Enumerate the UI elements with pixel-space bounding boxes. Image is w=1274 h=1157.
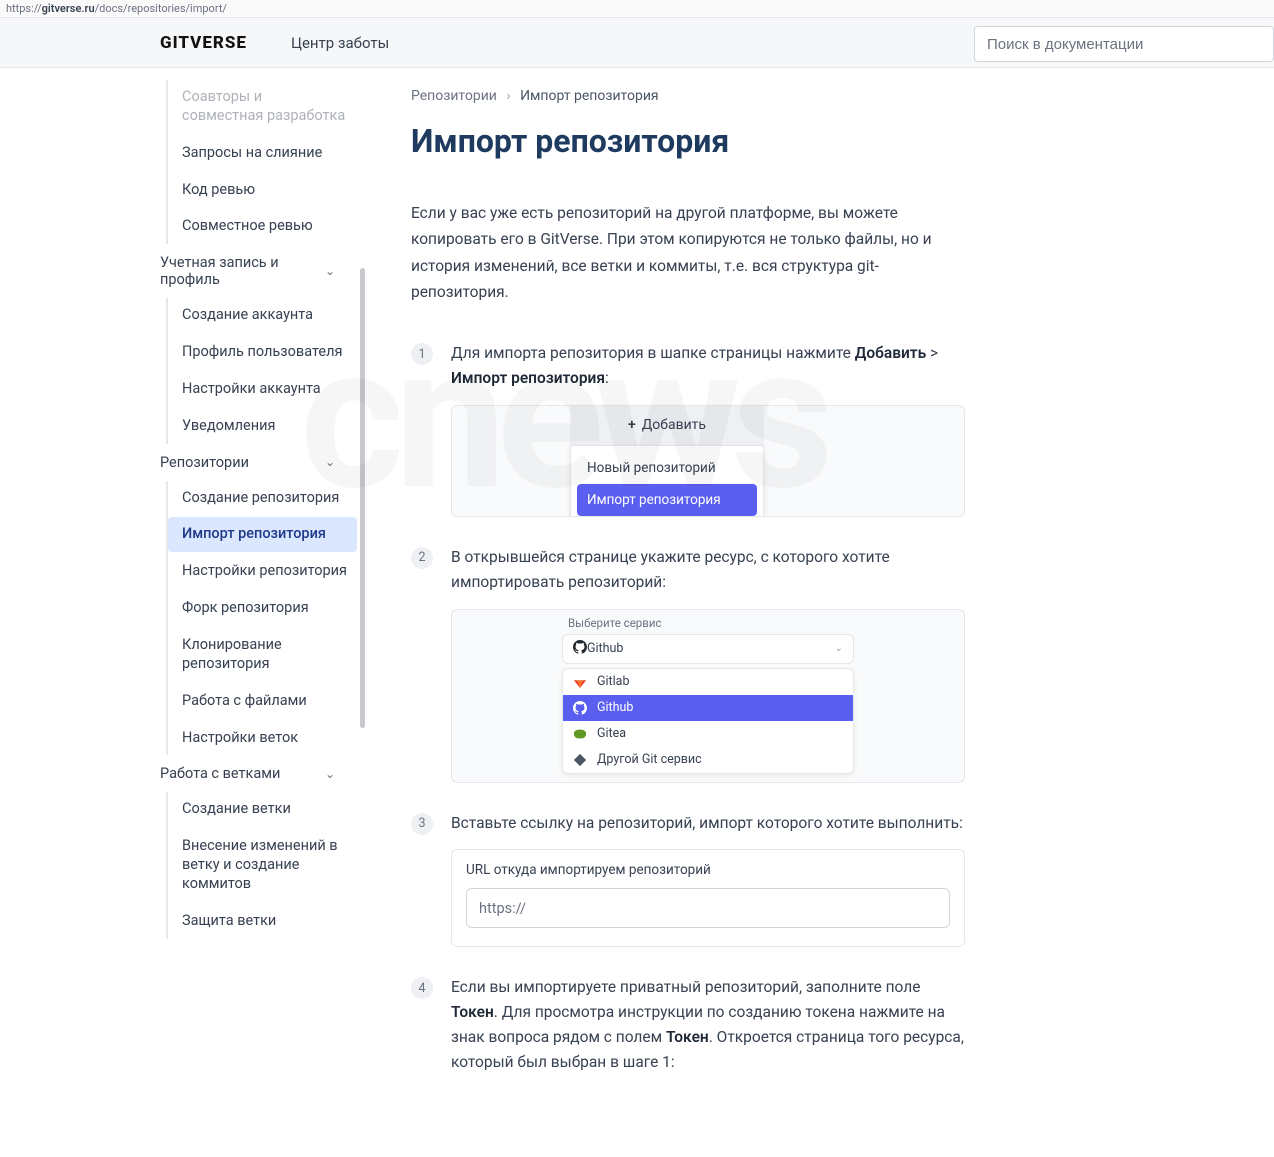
sidebar-item[interactable]: Работа с файлами	[168, 684, 357, 719]
sidebar-item-import-repo[interactable]: Импорт репозитория	[168, 517, 357, 552]
service-option-other: Другой Git сервис	[563, 747, 853, 773]
step-text: Если вы импортируете приватный репозитор…	[451, 975, 965, 1074]
service-option-gitlab: Gitlab	[563, 669, 853, 695]
git-icon	[573, 753, 589, 767]
topbar: GITVERSE Центр заботы	[0, 18, 1274, 68]
main-content: Репозитории › Импорт репозитория Импорт …	[365, 68, 1125, 1157]
url-field-label: URL откуда импортируем репозиторий	[466, 862, 950, 878]
screenshot-url-input: URL откуда импортируем репозиторий https…	[451, 849, 965, 947]
step-text: Для импорта репозитория в шапке страницы…	[451, 341, 965, 391]
step-4: 4 Если вы импортируете приватный репозит…	[411, 975, 965, 1088]
github-icon	[573, 701, 589, 715]
step-3: 3 Вставьте ссылку на репозиторий, импорт…	[411, 811, 965, 948]
github-icon	[573, 640, 587, 658]
intro-text: Если у вас уже есть репозиторий на друго…	[411, 200, 965, 305]
search-input[interactable]	[974, 26, 1274, 62]
step-number: 1	[411, 343, 433, 365]
logo[interactable]: GITVERSE	[160, 33, 247, 53]
page-title: Импорт репозитория	[411, 122, 965, 160]
chevron-right-icon: ›	[506, 88, 510, 104]
step-number: 3	[411, 813, 433, 835]
dropdown-item-import-repo: Импорт репозитория	[577, 484, 757, 516]
sidebar: Соавторы и совместная разработка Запросы…	[0, 68, 365, 981]
sidebar-item[interactable]: Совместное ревью	[168, 209, 357, 244]
chevron-down-icon: ⌄	[325, 767, 335, 781]
sidebar-item[interactable]: Внесение изменений в ветку и создание ко…	[168, 829, 357, 902]
plus-icon: +	[628, 417, 636, 433]
sidebar-item[interactable]: Уведомления	[168, 409, 357, 444]
sidebar-item[interactable]: Настройки аккаунта	[168, 372, 357, 407]
add-button: +Добавить	[570, 406, 764, 446]
chevron-down-icon: ⌄	[325, 264, 335, 278]
service-options: Gitlab Github Gitea Другой Git сервис	[562, 668, 854, 774]
add-dropdown: Новый репозиторий Импорт репозитория	[570, 446, 764, 517]
url-input: https://	[466, 888, 950, 928]
sidebar-section-account[interactable]: Учетная запись и профиль ⌄	[160, 246, 365, 296]
sidebar-section-repos[interactable]: Репозитории ⌄	[160, 446, 365, 479]
sidebar-item[interactable]: Запросы на слияние	[168, 136, 357, 171]
gitlab-icon	[573, 675, 589, 689]
care-center-link[interactable]: Центр заботы	[291, 34, 389, 52]
select-closed: Github ⌄	[562, 634, 854, 664]
screenshot-add-dropdown: +Добавить Новый репозиторий Импорт репоз…	[451, 405, 965, 517]
sidebar-item[interactable]: Создание репозитория	[168, 481, 357, 516]
sidebar-item[interactable]: Создание ветки	[168, 792, 357, 827]
breadcrumb-current: Импорт репозитория	[520, 88, 659, 104]
caret-icon: ⌄	[835, 643, 843, 654]
sidebar-section-branches[interactable]: Работа с ветками ⌄	[160, 757, 365, 790]
step-text: В открывшейся странице укажите ресурс, с…	[451, 545, 965, 595]
select-label: Выберите сервис	[562, 616, 854, 630]
step-number: 2	[411, 547, 433, 569]
step-2: 2 В открывшейся странице укажите ресурс,…	[411, 545, 965, 783]
sidebar-item[interactable]: Код ревью	[168, 173, 357, 208]
sidebar-item[interactable]: Настройки веток	[168, 721, 357, 756]
step-text: Вставьте ссылку на репозиторий, импорт к…	[451, 811, 965, 836]
service-option-gitea: Gitea	[563, 721, 853, 747]
sidebar-item[interactable]: Соавторы и совместная разработка	[168, 80, 357, 134]
sidebar-item[interactable]: Создание аккаунта	[168, 298, 357, 333]
scrollbar[interactable]	[360, 268, 365, 728]
sidebar-item[interactable]: Клонирование репозитория	[168, 628, 357, 682]
sidebar-item[interactable]: Форк репозитория	[168, 591, 357, 626]
breadcrumb: Репозитории › Импорт репозитория	[411, 88, 965, 104]
service-option-github: Github	[563, 695, 853, 721]
dropdown-item-new-repo: Новый репозиторий	[577, 452, 757, 484]
screenshot-select-service: Выберите сервис Github ⌄ Gitlab Github G…	[451, 609, 965, 783]
breadcrumb-link[interactable]: Репозитории	[411, 88, 497, 104]
step-number: 4	[411, 977, 433, 999]
gitea-icon	[573, 727, 589, 741]
sidebar-item[interactable]: Профиль пользователя	[168, 335, 357, 370]
search-box	[974, 26, 1274, 62]
step-1: 1 Для импорта репозитория в шапке страни…	[411, 341, 965, 517]
sidebar-item[interactable]: Защита ветки	[168, 904, 357, 939]
chevron-down-icon: ⌄	[325, 455, 335, 469]
sidebar-item[interactable]: Настройки репозитория	[168, 554, 357, 589]
url-bar: https://gitverse.ru/docs/repositories/im…	[0, 0, 1274, 18]
